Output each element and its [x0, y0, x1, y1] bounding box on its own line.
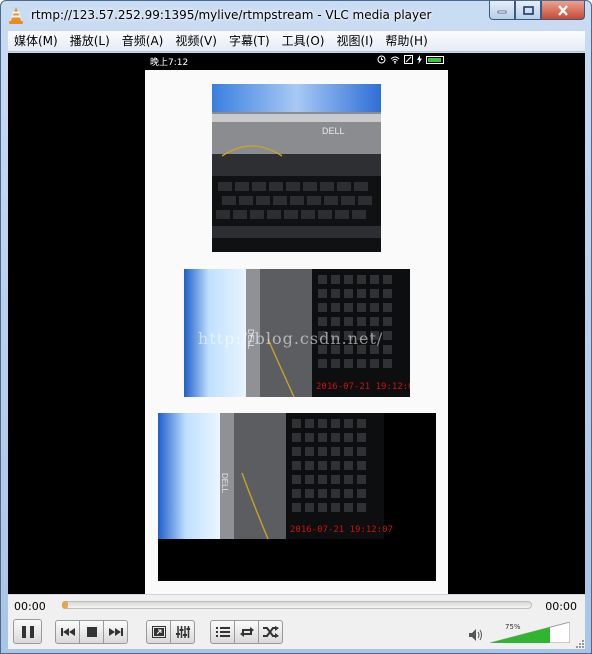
svg-text:DELL: DELL	[220, 473, 229, 494]
watermark: http://blog.csdn.net/	[198, 329, 384, 348]
maximize-button[interactable]	[515, 1, 541, 20]
vlc-window: rtmp://123.57.252.99:1395/mylive/rtmpstr…	[0, 0, 592, 654]
phone-status-icons	[377, 55, 444, 64]
playlist-group	[210, 620, 283, 644]
video-thumbnail-1: DELL	[212, 84, 381, 252]
view-group	[146, 620, 195, 644]
extended-settings-button[interactable]	[170, 620, 195, 644]
total-time: 00:00	[545, 600, 577, 613]
vlc-cone-icon	[9, 7, 23, 24]
fullscreen-button[interactable]	[146, 620, 171, 644]
alarm-icon	[377, 55, 386, 64]
video-thumbnail-3: DELL 2016-07-21 19:12:07	[158, 413, 436, 581]
close-button[interactable]	[541, 1, 585, 20]
menu-view[interactable]: 视图(I)	[330, 31, 379, 52]
keyboard-photo-1: DELL	[212, 84, 381, 252]
keyboard-photo-3: DELL	[158, 413, 436, 581]
playlist-icon	[215, 627, 230, 637]
volume-slider[interactable]	[490, 622, 570, 643]
shuffle-button[interactable]	[258, 620, 283, 644]
stop-icon	[86, 627, 97, 637]
minimize-icon	[497, 10, 507, 14]
phone-status-bar: 晚上7:12	[145, 53, 448, 70]
title-bar[interactable]: rtmp://123.57.252.99:1395/mylive/rtmpstr…	[1, 1, 591, 31]
menu-bar: 媒体(M) 播放(L) 音频(A) 视频(V) 字幕(T) 工具(O) 视图(I…	[8, 31, 585, 52]
menu-tools[interactable]: 工具(O)	[276, 31, 331, 52]
menu-media[interactable]: 媒体(M)	[8, 31, 64, 52]
fullscreen-icon	[151, 626, 166, 638]
extended-settings-icon	[175, 626, 190, 638]
video-area[interactable]: 晚上7:12 DELL DELL 2016-07-21 19:12:07 DEL…	[8, 53, 585, 594]
loop-button[interactable]	[234, 620, 259, 644]
charging-icon	[417, 55, 422, 64]
playlist-button[interactable]	[210, 620, 235, 644]
close-icon	[558, 4, 568, 16]
shuffle-icon	[262, 626, 279, 638]
menu-help[interactable]: 帮助(H)	[379, 31, 433, 52]
svg-text:DELL: DELL	[322, 126, 345, 136]
speaker-icon[interactable]	[469, 629, 483, 641]
control-panel: 00:00 00:00 75%	[8, 594, 585, 649]
video-timestamp-2: 2016-07-21 19:12:07	[316, 382, 410, 392]
resize-grip-icon[interactable]	[574, 638, 584, 648]
menu-video[interactable]: 视频(V)	[169, 31, 223, 52]
minimize-button[interactable]	[489, 1, 515, 20]
wifi-icon	[390, 56, 400, 64]
phone-screen: 晚上7:12 DELL DELL 2016-07-21 19:12:07 DEL…	[145, 53, 448, 594]
seek-bar[interactable]	[62, 601, 532, 609]
pause-button[interactable]	[13, 619, 42, 644]
volume-label: 75%	[505, 623, 521, 631]
stop-button[interactable]	[79, 620, 104, 644]
maximize-icon	[522, 5, 534, 15]
window-title: rtmp://123.57.252.99:1395/mylive/rtmpstr…	[31, 8, 432, 22]
menu-subtitle[interactable]: 字幕(T)	[223, 31, 276, 52]
battery-icon	[426, 55, 444, 64]
previous-button[interactable]	[55, 620, 80, 644]
signal-icon	[404, 55, 413, 64]
seek-handle[interactable]	[62, 601, 68, 609]
transport-group	[55, 620, 128, 644]
video-timestamp-3: 2016-07-21 19:12:07	[290, 525, 393, 535]
pause-icon	[21, 625, 34, 638]
elapsed-time: 00:00	[14, 600, 46, 613]
previous-icon	[60, 628, 75, 636]
loop-icon	[239, 627, 254, 637]
next-button[interactable]	[103, 620, 128, 644]
menu-playback[interactable]: 播放(L)	[64, 31, 116, 52]
menu-audio[interactable]: 音频(A)	[116, 31, 170, 52]
phone-status-time: 晚上7:12	[150, 58, 189, 68]
next-icon	[108, 628, 123, 636]
